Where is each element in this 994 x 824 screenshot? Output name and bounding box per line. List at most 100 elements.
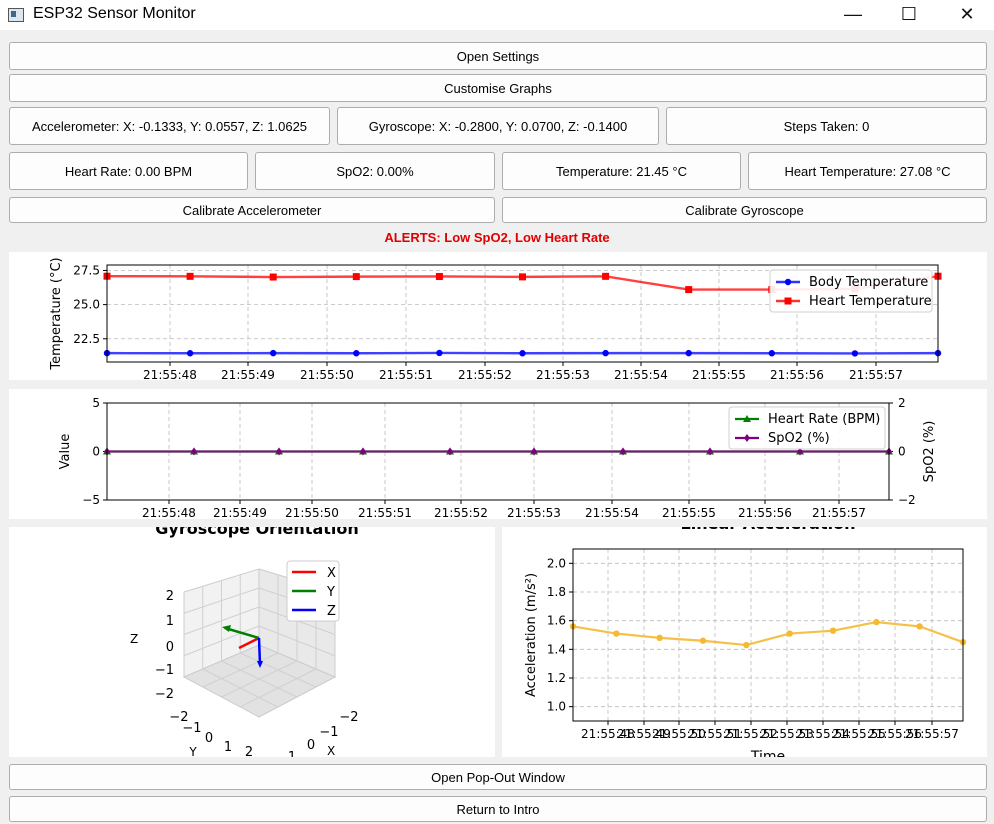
data-point bbox=[269, 273, 277, 281]
y-tick-label: 27.5 bbox=[73, 263, 100, 277]
y-tick-label: 25.0 bbox=[73, 298, 100, 312]
x-tick-label: 21:55:52 bbox=[458, 368, 512, 380]
legend-label: Y bbox=[326, 585, 335, 600]
customise-graphs-button[interactable]: Customise Graphs bbox=[9, 74, 987, 102]
maximize-icon[interactable]: ☐ bbox=[886, 0, 932, 30]
z-tick-label: −2 bbox=[155, 687, 174, 702]
data-point bbox=[602, 349, 609, 357]
y-tick-label: −5 bbox=[82, 493, 100, 507]
x-tick-label: 21:55:57 bbox=[905, 727, 959, 741]
open-settings-button[interactable]: Open Settings bbox=[9, 42, 987, 70]
chart-title: Linear Acceleration bbox=[681, 527, 856, 533]
temperature-chart: 21:55:48 21:55:49 21:55:50 21:55:51 21:55:52… bbox=[9, 252, 987, 380]
y-axis-label: Temperature (°C) bbox=[49, 257, 64, 370]
close-icon[interactable]: ✕ bbox=[944, 0, 990, 30]
x-tick-label: 21:55:56 bbox=[738, 506, 792, 519]
x-tick-label: 21:55:54 bbox=[614, 368, 668, 380]
heart-rate-readout: Heart Rate: 0.00 BPM bbox=[9, 152, 248, 190]
y-tick-label: 22.5 bbox=[73, 332, 100, 346]
y-right-tick-label: 2 bbox=[898, 396, 906, 410]
legend-label: X bbox=[327, 566, 336, 581]
y-axis-label: Y bbox=[188, 745, 197, 757]
x-tick-label: 1 bbox=[288, 750, 296, 757]
y-tick-label: 5 bbox=[92, 396, 100, 410]
z-orientation-arrow bbox=[257, 637, 262, 666]
minimize-icon[interactable]: — bbox=[830, 0, 876, 30]
data-point bbox=[613, 630, 620, 637]
calibrate-gyroscope-button[interactable]: Calibrate Gyroscope bbox=[502, 197, 987, 223]
x-tick-label: 21:55:57 bbox=[812, 506, 866, 519]
series-line bbox=[572, 620, 964, 647]
x-tick-label: 21:55:55 bbox=[662, 506, 716, 519]
open-popout-window-button[interactable]: Open Pop-Out Window bbox=[9, 764, 987, 790]
y-tick-label: 1.2 bbox=[547, 671, 566, 685]
temperature-chart-svg: 21:55:48 21:55:49 21:55:50 21:55:51 21:55:52… bbox=[49, 257, 942, 380]
calibrate-accelerometer-button[interactable]: Calibrate Accelerometer bbox=[9, 197, 495, 223]
legend-label: Body Temperature bbox=[809, 275, 928, 290]
z-tick-label: 2 bbox=[166, 589, 174, 604]
linear-acceleration-svg: Linear Acceleration21:55:4821:55:4921:55… bbox=[524, 527, 967, 757]
data-point bbox=[519, 350, 526, 357]
y-tick-label: 1.0 bbox=[547, 700, 566, 714]
data-point bbox=[851, 350, 859, 357]
spo2-readout: SpO2: 0.00% bbox=[255, 152, 495, 190]
y-tick-label: 2.0 bbox=[547, 556, 566, 570]
x-tick-label: 21:55:52 bbox=[434, 506, 488, 519]
x-axis-label: Time bbox=[750, 749, 785, 757]
y-right-tick-label: 0 bbox=[898, 445, 906, 459]
data-point bbox=[685, 286, 693, 294]
x-tick-label: 21:55:51 bbox=[358, 506, 412, 519]
accelerometer-readout: Accelerometer: X: -0.1333, Y: 0.0557, Z:… bbox=[9, 107, 330, 145]
data-point bbox=[519, 273, 526, 281]
y-tick-label: 1 bbox=[224, 740, 232, 755]
z-tick-label: −1 bbox=[155, 663, 174, 678]
data-point bbox=[699, 637, 707, 644]
x-tick-label: 21:55:51 bbox=[379, 368, 433, 380]
x-tick-label: 21:55:53 bbox=[507, 506, 561, 519]
x-tick-label: 21:55:57 bbox=[849, 368, 903, 380]
data-point bbox=[743, 641, 750, 649]
return-to-intro-button[interactable]: Return to Intro bbox=[9, 796, 987, 822]
y-tick-label: −1 bbox=[182, 721, 201, 736]
data-point bbox=[436, 349, 443, 357]
x-tick-label: 21:55:50 bbox=[300, 368, 354, 380]
title-bar: ESP32 Sensor Monitor — ☐ ✕ bbox=[0, 0, 994, 30]
x-tick-label: −2 bbox=[339, 710, 358, 725]
y-tick-label: 0 bbox=[205, 731, 213, 746]
y-axis-label: Acceleration (m/s²) bbox=[524, 573, 539, 697]
data-point bbox=[435, 272, 443, 280]
y-tick-label: 1.6 bbox=[547, 614, 566, 628]
temperature-readout: Temperature: 21.45 °C bbox=[502, 152, 741, 190]
x-axis-label: X bbox=[327, 744, 335, 757]
data-point bbox=[786, 630, 793, 637]
data-point bbox=[186, 350, 194, 357]
x-tick-label: 21:55:48 bbox=[142, 506, 196, 519]
x-tick-label: 21:55:49 bbox=[213, 506, 267, 519]
alerts-label: ALERTS: Low SpO2, Low Heart Rate bbox=[384, 230, 610, 245]
data-point bbox=[270, 349, 277, 357]
x-tick-label: 21:55:54 bbox=[585, 506, 639, 519]
vitals-chart: 21:55:48 21:55:49 21:55:50 21:55:51 21:55:52… bbox=[9, 389, 987, 519]
app-icon bbox=[8, 8, 24, 22]
x-tick-label: 21:55:53 bbox=[536, 368, 590, 380]
data-point bbox=[353, 350, 360, 357]
window-title: ESP32 Sensor Monitor bbox=[33, 5, 196, 22]
x-tick-label: 21:55:56 bbox=[770, 368, 824, 380]
steps-readout: Steps Taken: 0 bbox=[666, 107, 987, 145]
legend-label: SpO2 (%) bbox=[768, 431, 830, 446]
y-tick-label: 1.8 bbox=[547, 585, 566, 599]
data-point bbox=[873, 618, 880, 626]
data-point bbox=[768, 350, 775, 357]
data-point bbox=[685, 349, 692, 357]
data-point bbox=[829, 627, 837, 634]
x-tick-label: 21:55:50 bbox=[285, 506, 339, 519]
gyroscope-orientation-svg: Gyroscope Orientation210−1−2Z−2−1012X−2−… bbox=[130, 527, 359, 757]
data-point bbox=[352, 273, 360, 281]
x-tick-label: 21:55:48 bbox=[143, 368, 197, 380]
z-tick-label: 0 bbox=[166, 640, 174, 655]
data-point bbox=[186, 272, 194, 280]
chart-title: Gyroscope Orientation bbox=[155, 527, 359, 538]
y-tick-label: 2 bbox=[245, 745, 253, 757]
legend-label: Heart Rate (BPM) bbox=[768, 412, 880, 427]
legend-marker bbox=[784, 297, 792, 305]
